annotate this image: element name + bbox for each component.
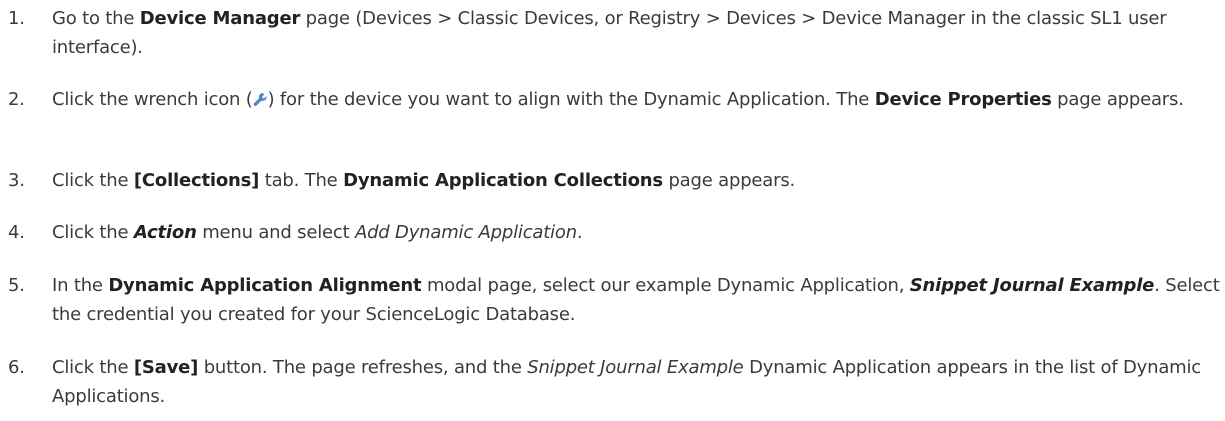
step-text: Click the [Collections] tab. The Dynamic… — [52, 170, 796, 191]
step-text: Click the wrench icon () for the device … — [52, 89, 1184, 110]
step-text: Click the Action menu and select Add Dyn… — [52, 222, 583, 243]
collections-page-term: Dynamic Application Collections — [343, 170, 663, 191]
step-text: Click the [Save] button. The page refres… — [52, 357, 1201, 407]
device-manager-term: Device Manager — [139, 8, 301, 29]
step-number: 5. — [8, 275, 25, 296]
step-text: In the Dynamic Application Alignment mod… — [52, 275, 1220, 325]
step-number: 3. — [8, 170, 25, 191]
save-button-term: [Save] — [133, 357, 199, 378]
step-number: 6. — [8, 357, 25, 378]
step-number: 2. — [8, 89, 25, 110]
add-dynamic-application-term: Add Dynamic Application — [354, 222, 577, 243]
snippet-journal-example-term: Snippet Journal Example — [909, 275, 1155, 296]
alignment-modal-term: Dynamic Application Alignment — [108, 275, 422, 296]
action-menu-term: Action — [133, 222, 197, 243]
wrench-icon — [253, 93, 267, 106]
step-number: 4. — [8, 222, 25, 243]
step-text: Go to the Device Manager page (Devices >… — [52, 8, 1167, 58]
collections-tab-term: [Collections] — [133, 170, 260, 191]
step-number: 1. — [8, 8, 25, 29]
device-properties-term: Device Properties — [874, 89, 1052, 110]
snippet-journal-example-term: Snippet Journal Example — [527, 357, 744, 378]
